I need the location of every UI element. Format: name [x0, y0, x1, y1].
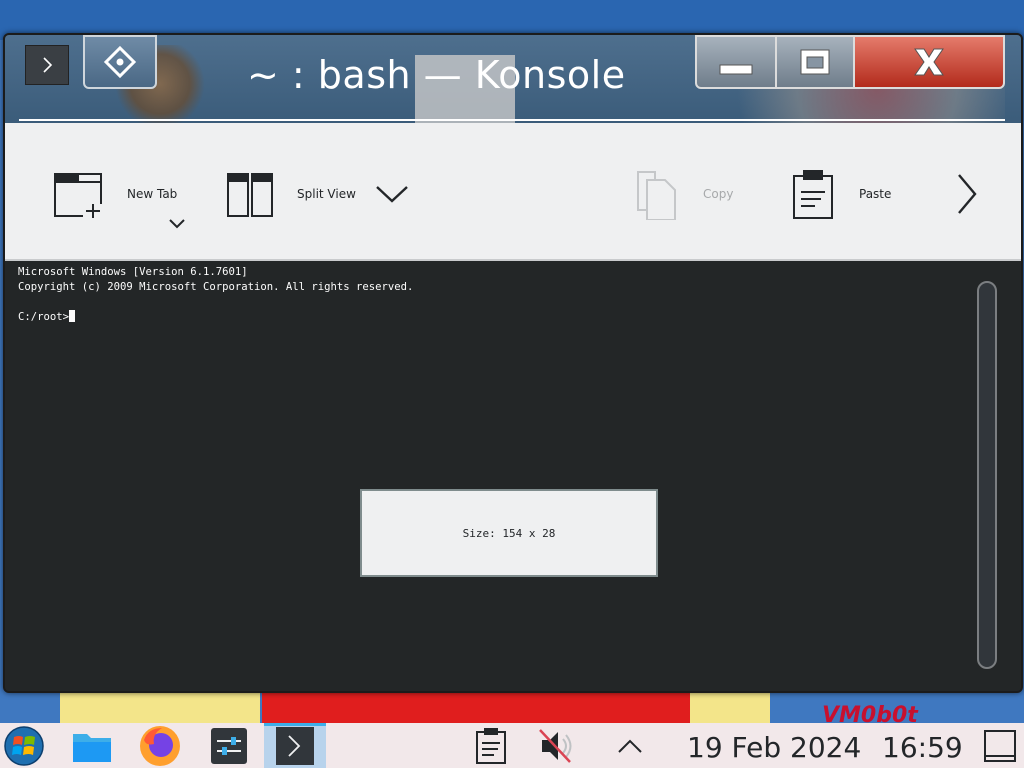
chevron-up-icon	[618, 739, 642, 753]
chevron-right-icon	[43, 57, 53, 73]
chevron-down-icon	[376, 186, 408, 203]
terminal-cursor	[69, 310, 76, 322]
terminal-line: Copyright (c) 2009 Microsoft Corporation…	[18, 281, 414, 293]
title-bar[interactable]: ~ : bash — Konsole	[5, 35, 1021, 123]
main-toolbar: New Tab Split View Copy Paste	[5, 123, 1021, 261]
split-view-button[interactable]: Split View	[225, 168, 356, 220]
maximize-button[interactable]	[775, 35, 855, 89]
chevron-down-icon	[169, 219, 185, 229]
split-view-dropdown[interactable]	[373, 181, 411, 207]
new-tab-label: New Tab	[127, 187, 178, 201]
copy-icon	[637, 171, 676, 220]
system-settings-button[interactable]	[202, 723, 256, 768]
konsole-icon	[276, 726, 314, 765]
paste-icon	[793, 170, 833, 219]
file-manager-button[interactable]	[66, 723, 118, 768]
minimize-icon	[719, 64, 753, 75]
volume-tray-button[interactable]	[532, 723, 580, 768]
copy-label: Copy	[703, 187, 734, 201]
keep-above-button[interactable]	[83, 35, 157, 89]
terminal-view[interactable]: Microsoft Windows [Version 6.1.7601] Cop…	[5, 261, 1021, 691]
new-tab-icon	[54, 173, 103, 218]
diamond-icon	[103, 45, 137, 79]
minimize-button[interactable]	[695, 35, 777, 89]
new-tab-dropdown[interactable]	[165, 217, 189, 231]
konsole-window[interactable]: ~ : bash — Konsole New Tab Split View Co…	[3, 33, 1023, 693]
maximize-icon	[800, 49, 830, 75]
firefox-icon	[140, 725, 180, 766]
terminal-output: Microsoft Windows [Version 6.1.7601] Cop…	[18, 265, 413, 325]
volume-muted-icon	[539, 728, 572, 763]
clock-date[interactable]: 19 Feb 2024	[687, 731, 861, 764]
folder-icon	[73, 733, 111, 762]
size-popup-text: Size: 154 x 28	[462, 526, 556, 540]
toolbar-more-button[interactable]	[951, 169, 981, 219]
clock-time[interactable]: 16:59	[882, 731, 963, 764]
show-desktop-icon	[984, 729, 1016, 762]
konsole-task-button[interactable]	[264, 723, 326, 768]
size-popup: Size: 154 x 28	[360, 489, 658, 577]
new-tab-button[interactable]: New Tab	[53, 168, 177, 220]
split-view-icon	[227, 173, 273, 217]
clipboard-icon	[476, 727, 506, 764]
show-desktop-button[interactable]	[978, 723, 1022, 768]
terminal-scrollbar[interactable]	[977, 281, 997, 669]
close-button[interactable]	[853, 35, 1005, 89]
copy-button[interactable]: Copy	[633, 168, 733, 220]
chevron-right-icon	[958, 174, 977, 214]
terminal-prompt: C:/root>	[18, 311, 70, 323]
start-menu-icon	[4, 725, 44, 766]
split-view-label: Split View	[297, 187, 356, 201]
paste-label: Paste	[859, 187, 892, 201]
terminal-line: Microsoft Windows [Version 6.1.7601]	[18, 266, 248, 278]
paste-button[interactable]: Paste	[791, 168, 891, 220]
close-icon	[914, 48, 944, 76]
taskbar: 19 Feb 2024 16:59	[0, 723, 1024, 768]
clipboard-tray-button[interactable]	[470, 723, 512, 768]
firefox-button[interactable]	[132, 723, 188, 768]
tray-expand-button[interactable]	[608, 723, 652, 768]
start-menu-button[interactable]	[0, 723, 48, 768]
window-menu-button[interactable]	[25, 45, 69, 85]
settings-icon	[211, 727, 247, 764]
